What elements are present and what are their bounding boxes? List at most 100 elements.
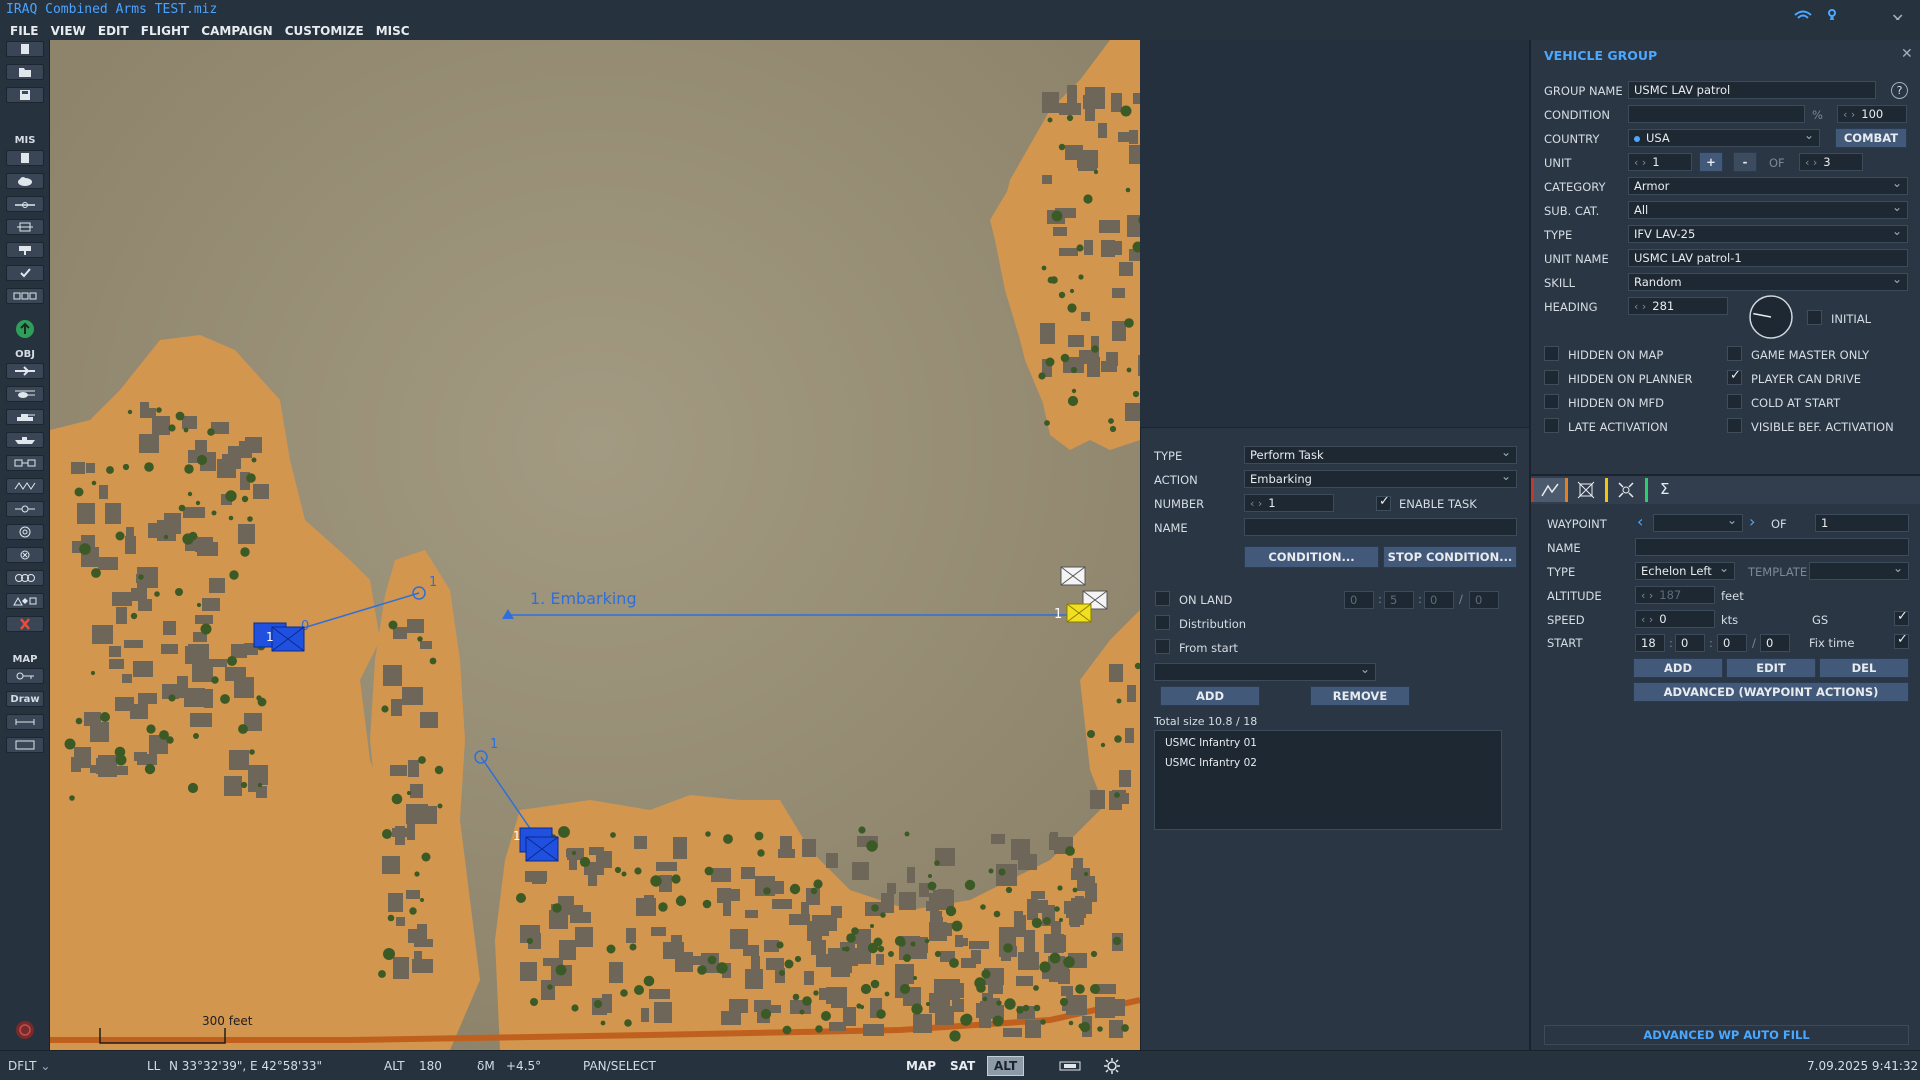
initial-checkbox[interactable]: [1807, 310, 1822, 325]
vehicle-group-1-icon[interactable]: [253, 622, 305, 652]
menu-edit[interactable]: EDIT: [98, 24, 129, 38]
start-frames[interactable]: 0: [1760, 634, 1790, 652]
fix-time-checkbox[interactable]: [1894, 632, 1909, 649]
on-land-frames[interactable]: 0: [1469, 591, 1499, 609]
visible-before-activation-checkbox[interactable]: [1727, 418, 1742, 433]
cargo-select[interactable]: [1154, 663, 1376, 681]
menu-view[interactable]: VIEW: [51, 24, 86, 38]
wp-type-select[interactable]: Echelon Left: [1635, 562, 1735, 580]
from-start-checkbox[interactable]: [1155, 639, 1170, 654]
on-land-minutes[interactable]: 5: [1384, 591, 1414, 609]
heading-stepper[interactable]: 281: [1628, 297, 1728, 315]
map-canvas[interactable]: 1. Embarking 1 0 1 1 1 1 300 feet: [50, 40, 1140, 1050]
condition-button[interactable]: CONDITION...: [1244, 546, 1379, 568]
add-initial-point-button[interactable]: [6, 547, 44, 563]
menu-customize[interactable]: CUSTOMIZE: [285, 24, 364, 38]
add-helicopter-button[interactable]: [6, 386, 44, 402]
heading-dial[interactable]: [1748, 294, 1794, 340]
player-can-drive-checkbox[interactable]: [1727, 368, 1742, 385]
altitude-stepper[interactable]: 187: [1635, 586, 1715, 604]
remove-unit-button[interactable]: -: [1733, 152, 1757, 172]
delete-waypoint-button[interactable]: DEL: [1819, 658, 1909, 678]
delete-button[interactable]: [6, 616, 44, 632]
add-unit-button[interactable]: +: [1699, 152, 1723, 172]
menu-campaign[interactable]: CAMPAIGN: [201, 24, 272, 38]
category-select[interactable]: Armor: [1628, 177, 1908, 195]
sat-mode-button[interactable]: SAT: [944, 1056, 982, 1076]
ruler-button[interactable]: [6, 714, 44, 730]
map-view[interactable]: 1. Embarking 1 0 1 1 1 1 300 feet: [50, 40, 1140, 1050]
speed-stepper[interactable]: 0: [1635, 610, 1715, 628]
group-name-input[interactable]: USMC LAV patrol: [1628, 81, 1876, 99]
combat-button[interactable]: COMBAT: [1835, 128, 1907, 148]
add-ship-button[interactable]: [6, 432, 44, 448]
briefing-button[interactable]: [6, 150, 44, 166]
add-static-button[interactable]: [6, 455, 44, 471]
start-hours[interactable]: 18: [1635, 634, 1665, 652]
next-waypoint-icon[interactable]: ›: [1749, 512, 1755, 531]
remove-cargo-button[interactable]: REMOVE: [1310, 686, 1410, 706]
hidden-on-planner-checkbox[interactable]: [1544, 370, 1559, 385]
unit-name-input[interactable]: USMC LAV patrol-1: [1628, 249, 1908, 267]
route-tab[interactable]: [1531, 478, 1565, 502]
flag-button[interactable]: [6, 242, 44, 258]
menu-file[interactable]: FILE: [10, 24, 39, 38]
unit-total-stepper[interactable]: 3: [1799, 153, 1863, 171]
settings-gear-icon[interactable]: [1103, 1057, 1121, 1075]
advanced-waypoint-actions-button[interactable]: ADVANCED (WAYPOINT ACTIONS): [1633, 682, 1909, 702]
triggers-button[interactable]: [6, 288, 44, 304]
save-mission-button[interactable]: [6, 87, 44, 103]
previous-waypoint-icon[interactable]: ‹: [1637, 512, 1643, 531]
distribution-checkbox[interactable]: [1155, 615, 1170, 630]
gs-checkbox[interactable]: [1894, 609, 1909, 626]
wp-name-input[interactable]: [1635, 538, 1909, 556]
task-number-stepper[interactable]: 1: [1244, 494, 1334, 512]
route-tool-button[interactable]: [6, 196, 44, 212]
game-master-only-checkbox[interactable]: [1727, 346, 1742, 361]
hidden-on-map-checkbox[interactable]: [1544, 346, 1559, 361]
task-action-select[interactable]: Embarking: [1244, 470, 1517, 488]
subcat-select[interactable]: All: [1628, 201, 1908, 219]
cold-at-start-checkbox[interactable]: [1727, 394, 1742, 409]
add-formation-button[interactable]: [6, 570, 44, 586]
hidden-on-mfd-checkbox[interactable]: [1544, 394, 1559, 409]
add-target-button[interactable]: [6, 524, 44, 540]
alt-mode-button[interactable]: ALT: [987, 1056, 1025, 1076]
vehicle-group-2-icon[interactable]: [519, 827, 559, 862]
waypoint-select[interactable]: [1653, 514, 1743, 532]
triggered-actions-tab[interactable]: [1565, 478, 1605, 502]
map-mode-button[interactable]: MAP: [900, 1056, 943, 1076]
record-icon[interactable]: [16, 1021, 34, 1039]
add-template-button[interactable]: [6, 478, 44, 494]
task-type-select[interactable]: Perform Task: [1244, 446, 1517, 464]
weather-button[interactable]: [6, 173, 44, 189]
task-name-input[interactable]: [1244, 518, 1517, 536]
check-button[interactable]: [6, 265, 44, 281]
on-land-checkbox[interactable]: [1155, 591, 1170, 606]
trigger-zone-button[interactable]: [6, 219, 44, 235]
unit-stepper[interactable]: 1: [1628, 153, 1692, 171]
edit-waypoint-button[interactable]: EDIT: [1726, 658, 1816, 678]
layers-icon[interactable]: [1058, 1059, 1082, 1073]
profile-select[interactable]: DFLT ⌄: [8, 1059, 50, 1073]
add-waypoint-button[interactable]: ADD: [1633, 658, 1723, 678]
menu-flight[interactable]: FLIGHT: [141, 24, 189, 38]
advanced-wp-autofill-button[interactable]: ADVANCED WP AUTO FILL: [1544, 1025, 1909, 1045]
draw-button[interactable]: Draw: [6, 691, 44, 707]
condition-bar[interactable]: [1628, 105, 1805, 123]
late-activation-checkbox[interactable]: [1544, 418, 1559, 433]
close-panel-icon[interactable]: ✕: [1901, 46, 1913, 62]
condition-stepper[interactable]: 100: [1837, 105, 1907, 123]
new-mission-button[interactable]: [6, 41, 44, 57]
type-select[interactable]: IFV LAV-25: [1628, 225, 1908, 243]
template-select[interactable]: [1809, 562, 1909, 580]
start-minutes[interactable]: 0: [1675, 634, 1705, 652]
start-seconds[interactable]: 0: [1717, 634, 1747, 652]
skill-select[interactable]: Random: [1628, 273, 1908, 291]
menu-misc[interactable]: MISC: [376, 24, 410, 38]
on-land-seconds[interactable]: 0: [1424, 591, 1454, 609]
on-land-hours[interactable]: 0: [1344, 591, 1374, 609]
up-arrow-icon[interactable]: [16, 320, 34, 338]
stop-condition-button[interactable]: STOP CONDITION...: [1383, 546, 1517, 568]
shapes-button[interactable]: [6, 593, 44, 609]
